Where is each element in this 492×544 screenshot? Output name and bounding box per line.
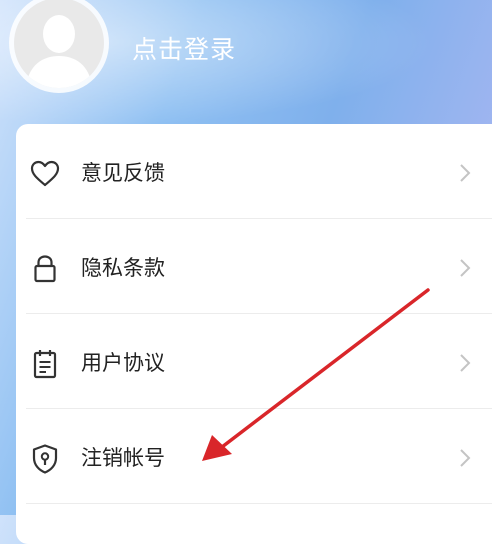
shield-keyhole-icon [32, 444, 58, 474]
menu-item-privacy[interactable]: 隐私条款 [0, 219, 492, 314]
menu-item-label: 隐私条款 [81, 256, 165, 280]
chevron-right-icon [460, 164, 471, 182]
user-silhouette-icon [26, 15, 92, 88]
menu-item-label: 注销帐号 [81, 446, 165, 470]
divider [26, 503, 492, 504]
menu-item-delete-account[interactable]: 注销帐号 [0, 409, 492, 504]
lock-icon [34, 255, 56, 283]
menu-item-label: 用户协议 [81, 351, 165, 375]
menu-item-user-agreement[interactable]: 用户协议 [0, 314, 492, 409]
menu-item-feedback[interactable]: 意见反馈 [0, 124, 492, 219]
login-prompt[interactable]: 点击登录 [132, 30, 236, 66]
chevron-right-icon [460, 449, 471, 467]
menu-item-label: 意见反馈 [81, 161, 165, 185]
chevron-right-icon [460, 354, 471, 372]
chevron-right-icon [460, 259, 471, 277]
heart-icon [30, 160, 60, 187]
document-icon [33, 350, 57, 379]
avatar[interactable] [14, 0, 104, 88]
